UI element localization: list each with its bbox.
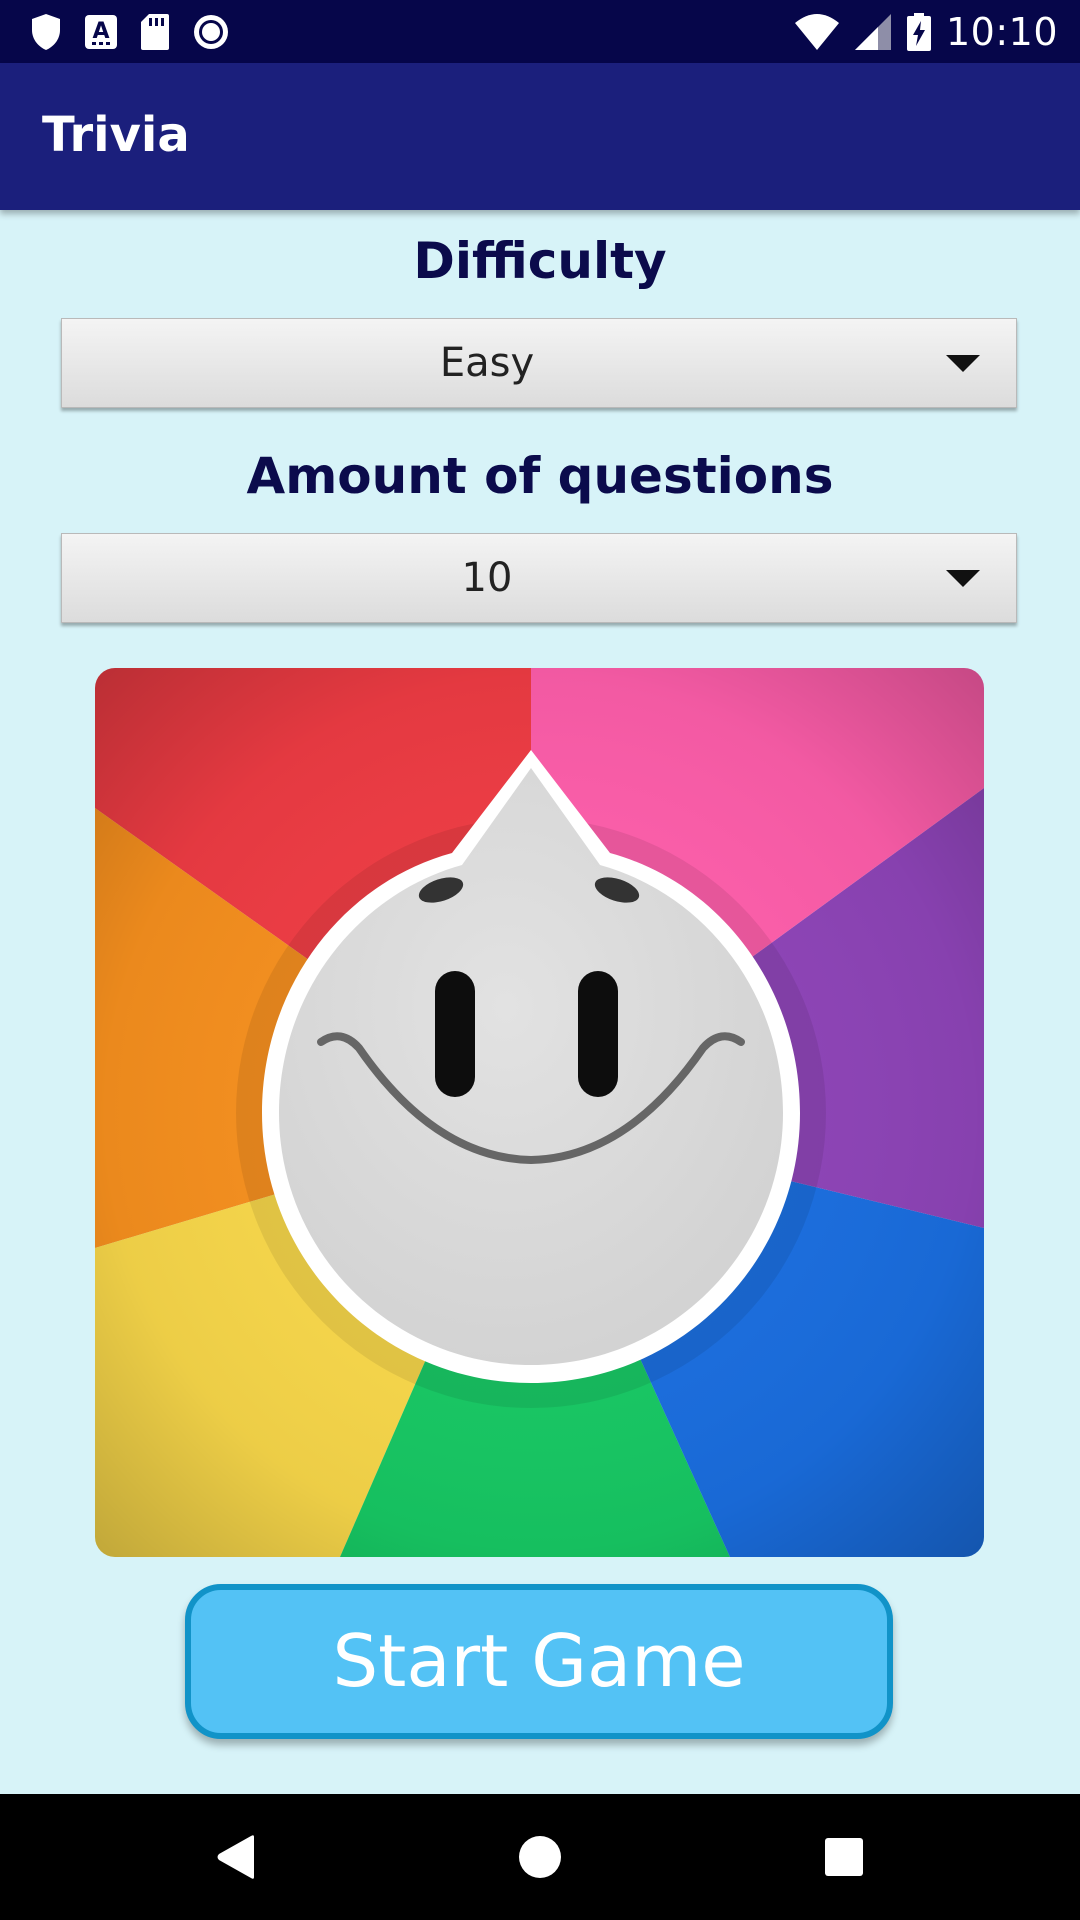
shield-icon bbox=[32, 13, 60, 50]
amount-selected-value: 10 bbox=[461, 555, 513, 601]
navigation-bar bbox=[0, 1794, 1080, 1920]
nav-home-button[interactable] bbox=[470, 1794, 610, 1920]
difficulty-dropdown[interactable]: Easy bbox=[61, 318, 1017, 408]
app-bar: Trivia bbox=[0, 63, 1080, 210]
amount-label: Amount of questions bbox=[246, 447, 834, 505]
dropdown-arrow-icon bbox=[946, 570, 980, 587]
difficulty-selected-value: Easy bbox=[439, 340, 535, 386]
nav-recents-button[interactable] bbox=[774, 1794, 914, 1920]
sd-card-icon bbox=[141, 13, 169, 50]
amount-dropdown[interactable]: 10 bbox=[61, 533, 1017, 623]
status-notification-icons: A bbox=[30, 0, 230, 63]
battery-charging-icon bbox=[906, 12, 931, 51]
app-title: Trivia bbox=[42, 107, 190, 163]
back-icon bbox=[217, 1835, 254, 1879]
cell-signal-icon bbox=[854, 13, 891, 50]
trivia-mascot-icon bbox=[95, 668, 984, 1557]
wifi-icon bbox=[794, 13, 839, 50]
trivia-logo-image bbox=[95, 668, 984, 1557]
status-bar: A 10:10 bbox=[0, 0, 1080, 63]
status-time: 10:10 bbox=[945, 9, 1058, 54]
svg-text:A: A bbox=[92, 19, 109, 44]
start-game-button[interactable]: Start Game bbox=[185, 1584, 893, 1739]
status-system-icons: 10:10 bbox=[794, 0, 1058, 63]
difficulty-label: Difficulty bbox=[413, 232, 667, 290]
radio-icon bbox=[194, 14, 228, 49]
recents-icon bbox=[825, 1838, 863, 1876]
font-a-icon: A bbox=[85, 14, 117, 49]
home-icon bbox=[519, 1836, 561, 1878]
dropdown-arrow-icon bbox=[946, 355, 980, 372]
nav-back-button[interactable] bbox=[166, 1794, 306, 1920]
